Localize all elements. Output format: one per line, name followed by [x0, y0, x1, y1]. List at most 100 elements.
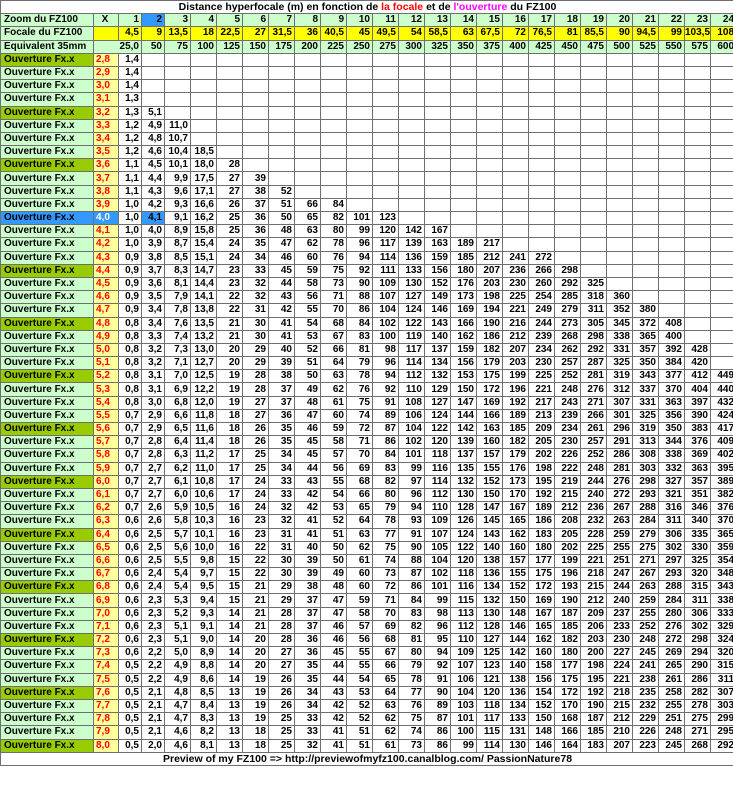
hyperfocal-cell: 107 [450, 659, 477, 674]
empty-cell [242, 92, 269, 107]
hyperfocal-cell: 272 [606, 487, 633, 503]
hyperfocal-cell: 232 [632, 698, 659, 714]
aperture-value: 3,0 [93, 79, 119, 94]
hyperfocal-cell: 163 [476, 421, 503, 437]
aperture-row: Ouverture Fx.x 6,0 0,7 2,7 6,1 10,8 17 24 33 43 55… [0, 474, 733, 489]
hyperfocal-cell: 9,1 [190, 619, 217, 635]
hyperfocal-cell: 4,1 [141, 210, 165, 226]
empty-cell [268, 118, 295, 133]
hyperfocal-cell: 18 [216, 421, 243, 437]
zoom-cell: 7 [268, 13, 295, 28]
page-title: Distance hyperfocale (m) en fonction de … [0, 0, 733, 15]
hyperfocal-cell: 20 [216, 356, 243, 371]
hyperfocal-cell: 4,7 [164, 698, 191, 714]
hyperfocal-cell: 65 [346, 501, 373, 516]
hyperfocal-cell: 15,4 [190, 237, 217, 252]
hyperfocal-cell: 22 [242, 567, 269, 582]
empty-cell [502, 118, 529, 133]
hyperfocal-cell: 276 [580, 382, 607, 397]
hyperfocal-cell: 384 [658, 356, 685, 371]
hyperfocal-cell: 10,0 [190, 540, 217, 555]
hyperfocal-cell: 67 [320, 329, 347, 344]
hyperfocal-cell: 75 [398, 712, 425, 727]
hyperfocal-cell: 32 [242, 276, 269, 292]
hyperfocal-cell: 44 [268, 276, 295, 292]
hyperfocal-cell: 234 [554, 421, 581, 437]
row-label: Ouverture Fx.x [0, 303, 94, 318]
hyperfocal-cell: 176 [502, 461, 529, 476]
hyperfocal-cell: 196 [554, 567, 581, 582]
equiv-cell: 600 [709, 39, 733, 54]
row-label: Ouverture Fx.x [0, 725, 94, 740]
hyperfocal-cell: 114 [398, 356, 425, 371]
empty-cell [606, 118, 633, 133]
empty-cell [684, 171, 711, 186]
hyperfocal-cell: 223 [632, 738, 659, 753]
aperture-value: 4,6 [93, 290, 119, 305]
hyperfocal-cell: 47 [320, 593, 347, 608]
empty-cell [476, 92, 503, 107]
hyperfocal-cell: 144 [450, 408, 477, 424]
hyperfocal-cell: 169 [450, 303, 477, 318]
hyperfocal-cell: 156 [424, 263, 451, 278]
hyperfocal-cell: 159 [450, 342, 477, 358]
hyperfocal-cell: 0,8 [118, 369, 142, 384]
hyperfocal-cell: 207 [476, 263, 503, 278]
empty-cell [580, 184, 607, 199]
hyperfocal-cell: 127 [398, 290, 425, 305]
hyperfocal-cell: 62 [346, 540, 373, 555]
equiv-cell: 375 [476, 39, 503, 54]
hyperfocal-cell: 408 [658, 316, 685, 331]
hyperfocal-cell: 259 [632, 593, 659, 608]
aperture-row: Ouverture Fx.x 3,9 1,0 4,2 9,3 16,6 26 37 51 66 84 [0, 197, 733, 213]
row-label: Ouverture Fx.x [0, 145, 94, 160]
hyperfocal-cell: 38 [242, 184, 269, 199]
empty-cell [554, 92, 581, 107]
hyperfocal-cell: 42 [268, 303, 295, 318]
hyperfocal-cell: 190 [476, 316, 503, 331]
hyperfocal-cell: 318 [580, 290, 607, 305]
empty-cell [346, 158, 373, 173]
equiv-cell: 425 [528, 39, 555, 54]
hyperfocal-cell: 33 [242, 263, 269, 278]
empty-cell [632, 210, 659, 226]
hyperfocal-cell: 5,0 [164, 646, 191, 661]
hyperfocal-cell: 86 [372, 435, 399, 450]
aperture-value: 4,8 [93, 316, 119, 331]
empty-cell [320, 52, 347, 67]
empty-cell [190, 92, 217, 107]
hyperfocal-cell: 7,3 [164, 342, 191, 358]
hyperfocal-cell: 42 [320, 698, 347, 714]
empty-cell [528, 105, 555, 120]
hyperfocal-cell: 0,5 [118, 725, 142, 740]
equiv-cell: 350 [450, 39, 477, 54]
hyperfocal-cell: 5,9 [164, 501, 191, 516]
row-label: Ouverture Fx.x [0, 263, 94, 278]
focal-cell: 103,5 [684, 26, 711, 41]
hyperfocal-cell: 8,2 [190, 725, 217, 740]
hyperfocal-cell: 66 [294, 197, 321, 213]
hyperfocal-cell: 105 [424, 540, 451, 555]
hyperfocal-cell: 12,0 [190, 395, 217, 410]
hyperfocal-cell: 112 [450, 619, 477, 635]
empty-cell [684, 224, 711, 239]
hyperfocal-cell: 343 [632, 369, 659, 384]
hyperfocal-cell: 145 [476, 514, 503, 529]
hyperfocal-cell: 154 [528, 685, 555, 700]
hyperfocal-cell: 272 [658, 632, 685, 648]
hyperfocal-cell: 10,7 [164, 131, 191, 147]
hyperfocal-cell: 20 [242, 632, 269, 648]
hyperfocal-cell: 133 [502, 712, 529, 727]
hyperfocal-cell: 176 [450, 276, 477, 292]
hyperfocal-cell: 10,4 [164, 145, 191, 160]
hyperfocal-cell: 265 [658, 659, 685, 674]
aperture-value: 5,9 [93, 461, 119, 476]
hyperfocal-cell: 320 [684, 567, 711, 582]
empty-cell [684, 197, 711, 213]
empty-cell [372, 131, 399, 147]
empty-cell [216, 145, 243, 160]
hyperfocal-cell: 293 [658, 567, 685, 582]
aperture-row: Ouverture Fx.x 3,6 1,1 4,5 10,1 18,0 28 [0, 158, 733, 173]
hyperfocal-cell: 316 [658, 501, 685, 516]
hyperfocal-cell: 183 [580, 738, 607, 753]
